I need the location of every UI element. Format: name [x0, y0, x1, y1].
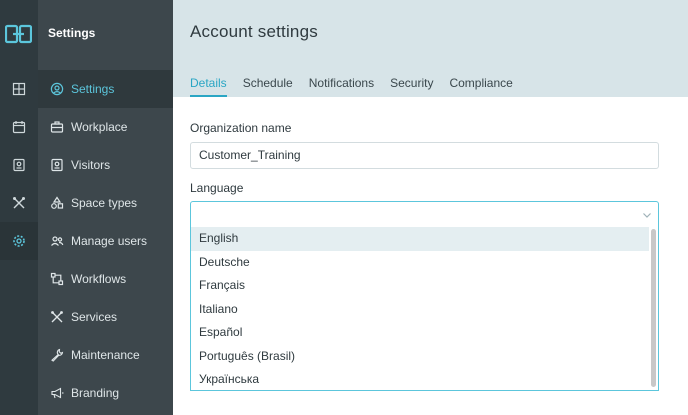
sidebar-item-label: Visitors: [71, 158, 111, 172]
sidebar-item-label: Workflows: [71, 272, 127, 286]
language-select[interactable]: [190, 201, 659, 228]
sidebar-item-label: Maintenance: [71, 348, 140, 362]
tab-bar: Details Schedule Notifications Security …: [190, 76, 529, 97]
language-option[interactable]: Українська: [191, 368, 649, 392]
sidebar-title: Settings: [48, 26, 96, 40]
building-icon[interactable]: [10, 80, 28, 98]
visitor-badge-icon: [50, 158, 64, 172]
calendar-icon[interactable]: [10, 118, 28, 136]
language-option[interactable]: Italiano: [191, 298, 649, 322]
language-option[interactable]: Português (Brasil): [191, 345, 649, 369]
sidebar-item-label: Workplace: [71, 120, 128, 134]
language-option[interactable]: Français: [191, 274, 649, 298]
dropdown-scrollbar[interactable]: [651, 229, 656, 387]
tab-compliance[interactable]: Compliance: [449, 76, 512, 97]
megaphone-icon: [50, 386, 64, 400]
sidebar-item-label: Manage users: [71, 234, 148, 248]
tab-security[interactable]: Security: [390, 76, 433, 97]
language-option[interactable]: Deutsche: [191, 251, 649, 275]
wrench-icon: [50, 348, 64, 362]
organization-name-input[interactable]: Customer_Training: [190, 142, 659, 169]
sidebar-item-workplace[interactable]: Workplace: [38, 108, 173, 146]
tools-icon: [50, 310, 64, 324]
user-circle-icon: [50, 82, 64, 96]
page-header: Account settings Details Schedule Notifi…: [173, 0, 688, 97]
sidebar-item-branding[interactable]: Branding: [38, 374, 173, 412]
sidebar-item-manage-users[interactable]: Manage users: [38, 222, 173, 260]
sidebar-item-label: Settings: [71, 82, 115, 96]
sidebar-item-workflows[interactable]: Workflows: [38, 260, 173, 298]
sidebar-nav: Settings Settings Workplace Visitors Spa…: [38, 0, 173, 415]
chevron-down-icon: [643, 213, 651, 218]
shapes-icon: [50, 196, 64, 210]
language-option[interactable]: Español: [191, 321, 649, 345]
tools-icon[interactable]: [10, 194, 28, 212]
sidebar-item-settings[interactable]: Settings: [38, 70, 173, 108]
visitor-badge-icon[interactable]: [10, 156, 28, 174]
sidebar-item-label: Branding: [71, 386, 120, 400]
language-option[interactable]: English: [191, 227, 649, 251]
icon-rail: [0, 0, 38, 415]
sidebar-item-maintenance[interactable]: Maintenance: [38, 336, 173, 374]
app-logo: [5, 24, 32, 44]
tab-schedule[interactable]: Schedule: [243, 76, 293, 97]
workflow-icon: [50, 272, 64, 286]
briefcase-icon: [50, 120, 64, 134]
language-dropdown-list: English Deutsche Français Italiano Españ…: [190, 227, 659, 391]
page-title: Account settings: [190, 22, 318, 41]
gear-icon[interactable]: [0, 222, 38, 260]
users-icon: [50, 234, 64, 248]
organization-name-label: Organization name: [190, 121, 292, 135]
sidebar-item-services[interactable]: Services: [38, 298, 173, 336]
sidebar-item-space-types[interactable]: Space types: [38, 184, 173, 222]
sidebar-item-visitors[interactable]: Visitors: [38, 146, 173, 184]
sidebar-item-label: Space types: [71, 196, 138, 210]
tab-details[interactable]: Details: [190, 76, 227, 97]
tab-notifications[interactable]: Notifications: [309, 76, 374, 97]
sidebar-item-label: Services: [71, 310, 118, 324]
language-label: Language: [190, 181, 244, 195]
